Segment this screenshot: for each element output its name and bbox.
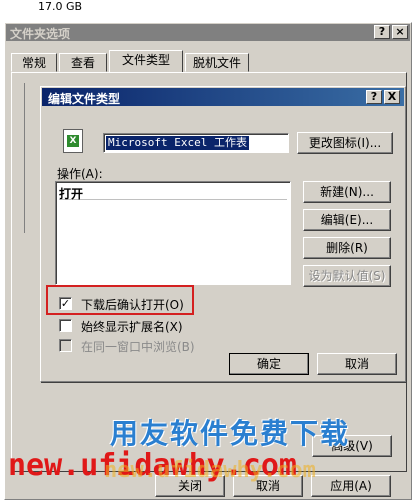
watermark-url-yellow: new.ufidawhy.com bbox=[104, 458, 316, 483]
browse-same-window-checkbox[interactable] bbox=[59, 339, 72, 352]
highlight-box bbox=[46, 285, 194, 315]
dialog-help-button[interactable]: ? bbox=[366, 90, 382, 104]
outer-close-button[interactable]: × bbox=[392, 25, 408, 39]
folder-options-titlebar: 文件夹选项 ? × bbox=[6, 24, 410, 41]
change-icon-button[interactable]: 更改图标(I)... bbox=[297, 132, 393, 154]
always-show-extension-checkbox[interactable] bbox=[59, 319, 72, 332]
excel-file-icon: X bbox=[63, 129, 83, 153]
edit-action-button[interactable]: 编辑(E)... bbox=[303, 209, 391, 231]
disk-size-text: 17.0 GB bbox=[38, 0, 83, 13]
dialog-title: 编辑文件类型 bbox=[48, 92, 121, 106]
outer-help-button[interactable]: ? bbox=[374, 25, 390, 39]
dialog-close-button[interactable]: X bbox=[384, 90, 400, 104]
dialog-titlebar: 编辑文件类型 ? X bbox=[42, 88, 404, 106]
tab-file-types[interactable]: 文件类型 bbox=[109, 50, 183, 73]
browse-same-window-label: 在同一窗口中浏览(B) bbox=[81, 340, 195, 354]
tab-general[interactable]: 常规 bbox=[11, 53, 57, 72]
actions-list[interactable]: 打开 bbox=[55, 181, 291, 285]
outer-apply-button[interactable]: 应用(A) bbox=[311, 475, 391, 497]
actions-list-item-label: 打开 bbox=[59, 187, 84, 201]
excel-x-glyph: X bbox=[67, 135, 79, 147]
ok-button[interactable]: 确定 bbox=[229, 353, 309, 375]
actions-label: 操作(A): bbox=[57, 167, 103, 181]
actions-list-item[interactable]: 打开 bbox=[59, 185, 287, 201]
cancel-button[interactable]: 取消 bbox=[317, 353, 397, 375]
folder-options-title: 文件夹选项 bbox=[10, 27, 71, 41]
filetype-name-field[interactable]: Microsoft Excel 工作表 bbox=[103, 133, 289, 153]
new-action-button[interactable]: 新建(N)... bbox=[303, 181, 391, 203]
edit-file-type-dialog: 编辑文件类型 ? X X Microsoft Excel 工作表 更改图标(I)… bbox=[40, 86, 406, 382]
filetype-name-selected-text: Microsoft Excel 工作表 bbox=[106, 136, 249, 150]
tab-view[interactable]: 查看 bbox=[59, 53, 107, 72]
watermark-cn: 用友软件免费下载 bbox=[110, 417, 351, 450]
remove-action-button[interactable]: 删除(R) bbox=[303, 237, 391, 259]
set-default-button[interactable]: 设为默认值(S) bbox=[303, 265, 391, 287]
always-show-extension-label: 始终显示扩展名(X) bbox=[81, 320, 183, 334]
tab-offline-files[interactable]: 脱机文件 bbox=[185, 53, 249, 72]
registered-types-list-edge bbox=[24, 83, 30, 233]
